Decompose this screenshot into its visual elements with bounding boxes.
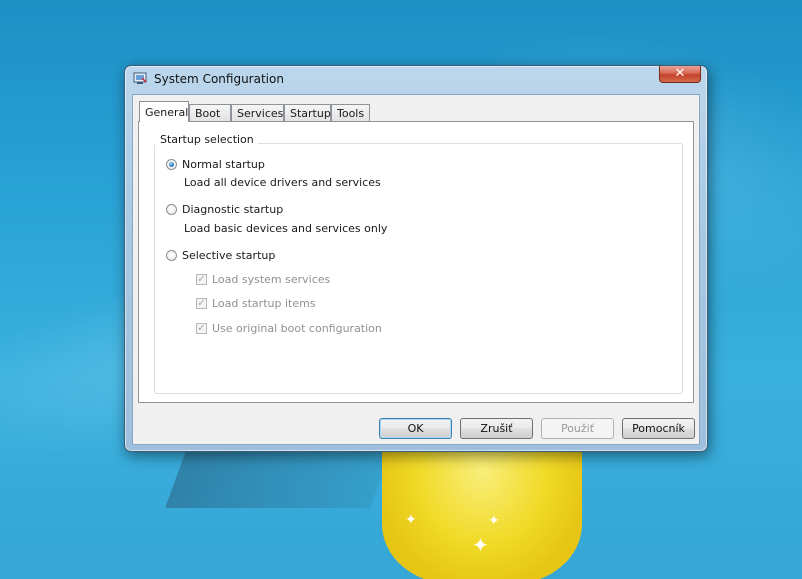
radio-label: Normal startup — [182, 158, 265, 171]
tab-label: General — [145, 106, 189, 119]
cancel-button[interactable]: Zrušiť — [460, 418, 533, 439]
radio-label: Diagnostic startup — [182, 203, 284, 216]
tab-label: Startup — [290, 107, 331, 120]
sparkle-icon: ✦ — [488, 513, 500, 529]
wallpaper-shadow — [165, 448, 392, 508]
tab-label: Tools — [337, 107, 365, 120]
title-bar[interactable]: System Configuration ✕ — [125, 66, 707, 92]
msconfig-icon — [133, 72, 147, 84]
ok-button[interactable]: OK — [379, 418, 452, 439]
tab-tools[interactable]: Tools — [331, 104, 370, 121]
checkbox-label: Load startup items — [212, 297, 316, 310]
tab-general[interactable]: General — [139, 101, 189, 122]
close-icon: ✕ — [674, 66, 686, 81]
general-tab-panel: Startup selection Normal startup Load al… — [138, 121, 694, 403]
tab-startup[interactable]: Startup — [284, 104, 331, 121]
checkbox-label: Load system services — [212, 273, 331, 286]
startup-selection-legend: Startup selection — [156, 133, 258, 146]
checkbox-indicator: ✓ — [196, 274, 207, 285]
tab-label: Boot — [195, 107, 221, 120]
sparkle-icon: ✦ — [405, 512, 417, 528]
tab-services[interactable]: Services — [231, 104, 284, 121]
radio-label: Selective startup — [182, 249, 276, 262]
sparkle-icon: ✦ — [472, 533, 489, 557]
diagnostic-startup-description: Load basic devices and services only — [184, 222, 388, 235]
help-button[interactable]: Pomocník — [622, 418, 695, 439]
window-title: System Configuration — [154, 72, 284, 86]
radio-indicator[interactable] — [166, 159, 177, 170]
normal-startup-description: Load all device drivers and services — [184, 176, 381, 189]
radio-indicator[interactable] — [166, 250, 177, 261]
tab-label: Services — [237, 107, 284, 120]
tab-boot[interactable]: Boot — [189, 104, 231, 121]
apply-button: Použiť — [541, 418, 614, 439]
window-client-area: General Boot Services Startup Tools Star… — [132, 94, 700, 445]
checkbox-indicator: ✓ — [196, 323, 207, 334]
radio-indicator[interactable] — [166, 204, 177, 215]
checkbox-label: Use original boot configuration — [212, 322, 382, 335]
system-configuration-window: System Configuration ✕ General Boot Serv… — [124, 65, 708, 452]
close-button[interactable]: ✕ — [659, 66, 701, 83]
checkbox-indicator: ✓ — [196, 298, 207, 309]
